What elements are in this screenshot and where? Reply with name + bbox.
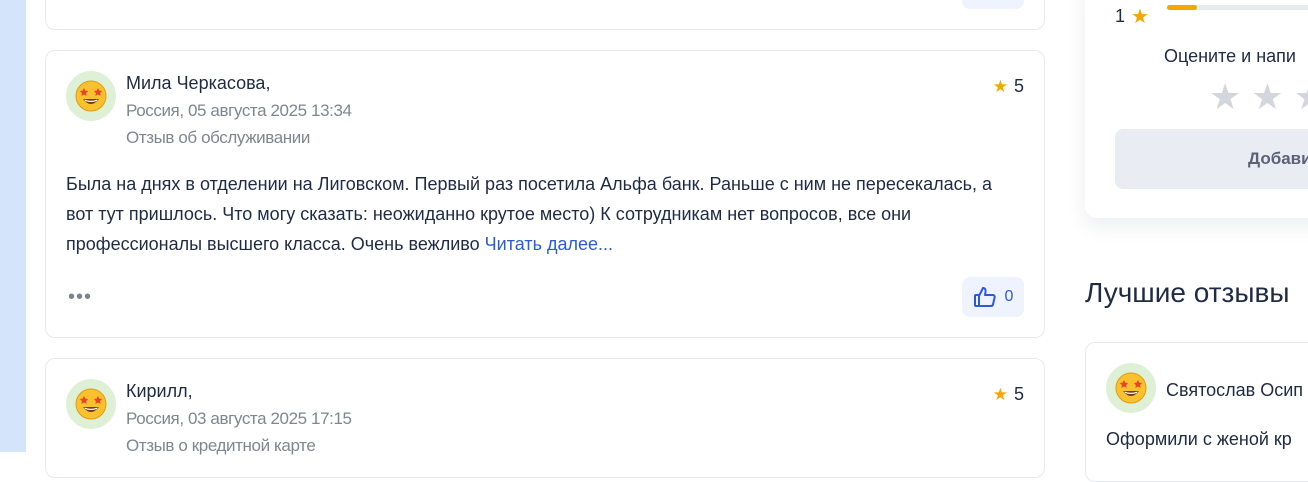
review-text: Была на днях в отделении на Лиговском. П…	[66, 169, 1016, 259]
review-rating: ★ 5	[993, 76, 1024, 97]
review-date: Россия, 05 августа 2025 13:34	[126, 101, 352, 120]
star-icon: ★	[992, 76, 1008, 96]
rating-widget: 1 ★ Оцените и напи ★ ★ ★ Добави	[1085, 0, 1308, 218]
best-review-card: Святослав Осип Оформили с женой кр	[1085, 342, 1308, 482]
star-icon: ★	[992, 384, 1008, 404]
rate-stars: ★ ★ ★	[1209, 76, 1308, 118]
like-button[interactable]: 0	[962, 277, 1024, 317]
star-outline-icon[interactable]: ★	[1251, 76, 1283, 118]
star-struck-emoji-icon	[75, 80, 107, 112]
avatar	[1106, 363, 1156, 413]
review-card: Кирилл, Россия, 03 августа 2025 17:15 От…	[45, 358, 1045, 478]
like-count: 0	[1004, 288, 1014, 305]
add-review-button[interactable]: Добави	[1115, 129, 1308, 189]
review-author: Кирилл,	[126, 381, 193, 401]
review-type: Отзыв о кредитной карте	[126, 436, 316, 455]
rating-row-1: 1 ★	[1115, 4, 1149, 29]
star-struck-emoji-icon	[1115, 372, 1147, 404]
best-reviews-title: Лучшие отзывы	[1085, 277, 1290, 308]
avatar	[66, 71, 116, 121]
review-date: Россия, 03 августа 2025 17:15	[126, 409, 352, 428]
star-outline-icon[interactable]: ★	[1294, 76, 1308, 118]
star-outline-icon[interactable]: ★	[1209, 76, 1241, 118]
avatar	[66, 379, 116, 429]
rating-row-bar	[1167, 5, 1308, 10]
star-struck-emoji-icon	[75, 388, 107, 420]
review-rating: ★ 5	[993, 384, 1024, 405]
rating-row-label: 1	[1115, 6, 1126, 26]
rating-value: 5	[1013, 384, 1024, 404]
best-review-text: Оформили с женой кр	[1106, 429, 1292, 449]
review-author: Мила Черкасова,	[126, 73, 271, 93]
review-type: Отзыв об обслуживании	[126, 128, 310, 147]
left-accent-strip	[0, 0, 26, 452]
read-more-link[interactable]: Читать далее...	[485, 234, 613, 254]
thumbs-up-icon	[973, 287, 996, 307]
rating-row-bar-fill	[1167, 5, 1197, 10]
best-review-author: Святослав Осип	[1166, 380, 1304, 400]
star-icon: ★	[1131, 6, 1149, 28]
review-card-previous	[45, 0, 1045, 30]
like-button-previous[interactable]	[962, 0, 1024, 9]
rating-value: 5	[1013, 76, 1024, 96]
review-card: Мила Черкасова, Россия, 05 августа 2025 …	[45, 50, 1045, 338]
rate-prompt: Оцените и напи	[1164, 46, 1296, 66]
more-options-icon[interactable]: •••	[68, 287, 92, 307]
